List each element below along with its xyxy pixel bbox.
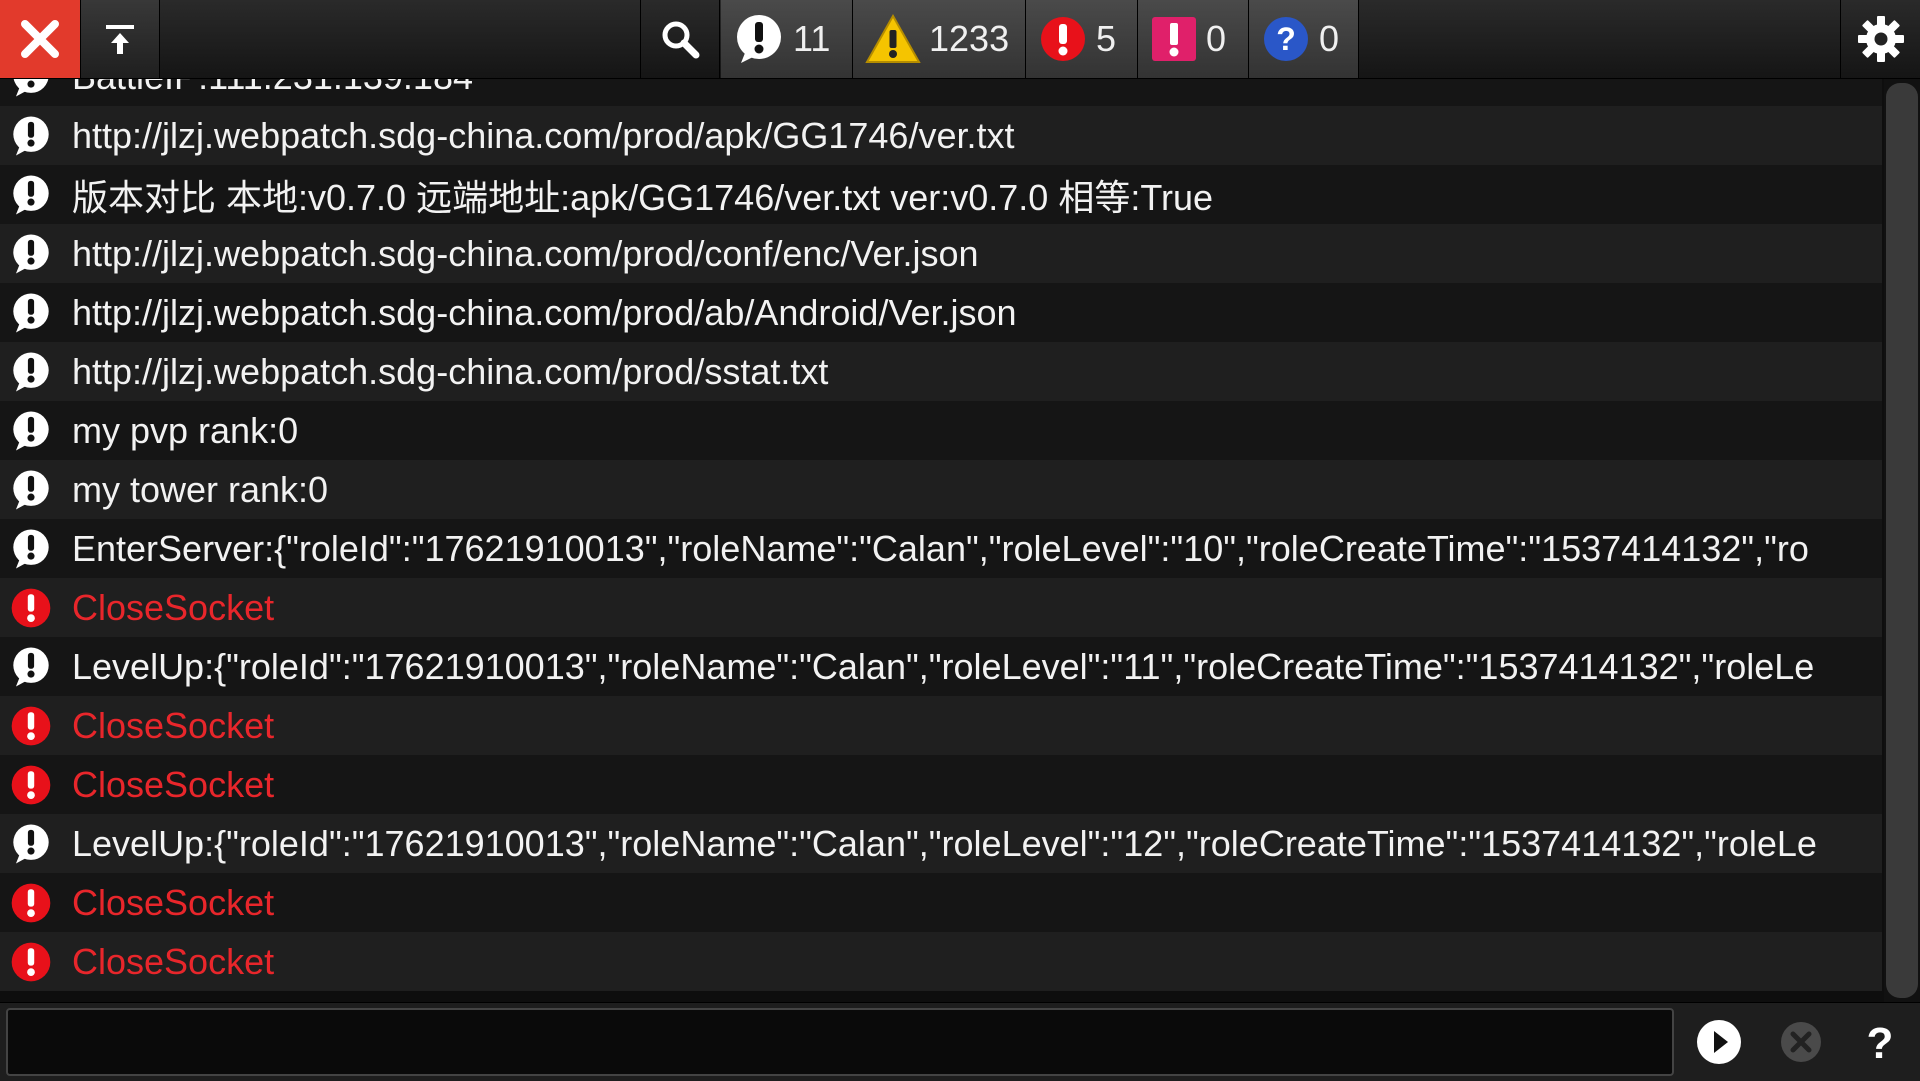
close-icon bbox=[21, 20, 59, 58]
error-circle-icon bbox=[11, 706, 51, 745]
info-exclamation-icon bbox=[13, 293, 49, 332]
log-row[interactable]: EnterServer:{"roleId":"17621910013","rol… bbox=[0, 519, 1882, 578]
info-exclamation-icon bbox=[737, 15, 781, 63]
log-row[interactable]: CloseSocket bbox=[0, 578, 1882, 637]
info-exclamation-icon bbox=[13, 824, 49, 863]
log-row-text: http://jlzj.webpatch.sdg-china.com/prod/… bbox=[72, 350, 829, 392]
close-button[interactable] bbox=[0, 0, 80, 78]
command-bar: ? bbox=[0, 1002, 1920, 1081]
exception-square-icon bbox=[1152, 17, 1196, 61]
log-row-text: my pvp rank:0 bbox=[72, 409, 299, 451]
info-exclamation-icon bbox=[13, 234, 49, 273]
log-row-text: my tower rank:0 bbox=[72, 468, 329, 510]
log-row[interactable]: http://jlzj.webpatch.sdg-china.com/prod/… bbox=[0, 283, 1882, 342]
scroll-to-top-icon bbox=[106, 25, 134, 54]
log-row[interactable]: CloseSocket bbox=[0, 932, 1882, 991]
log-row[interactable]: LevelUp:{"roleId":"17621910013","roleNam… bbox=[0, 814, 1882, 873]
warning-count: 1233 bbox=[929, 18, 1010, 59]
info-exclamation-icon bbox=[13, 529, 49, 568]
error-circle-icon bbox=[1041, 17, 1085, 61]
filter-error-toggle[interactable]: 5 bbox=[1026, 0, 1138, 78]
log-row[interactable]: CloseSocket bbox=[0, 696, 1882, 755]
command-input[interactable] bbox=[6, 1008, 1674, 1076]
help-button[interactable]: ? bbox=[1844, 1003, 1916, 1081]
log-list[interactable]: BattleIP:111.231.139.184 http://jlzj.web… bbox=[0, 79, 1882, 1002]
log-row[interactable]: http://jlzj.webpatch.sdg-china.com/prod/… bbox=[0, 342, 1882, 401]
log-scrollbar-thumb[interactable] bbox=[1886, 83, 1918, 998]
log-row[interactable]: 版本对比 本地:v0.7.0 远端地址:apk/GG1746/ver.txt v… bbox=[0, 165, 1882, 224]
svg-text:?: ? bbox=[1276, 21, 1296, 57]
log-row[interactable]: CloseSocket bbox=[0, 755, 1882, 814]
info-exclamation-icon bbox=[13, 116, 49, 155]
exception-count: 0 bbox=[1206, 18, 1227, 59]
log-row[interactable]: my pvp rank:0 bbox=[0, 401, 1882, 460]
info-exclamation-icon bbox=[13, 79, 49, 96]
assert-count: 0 bbox=[1319, 18, 1340, 59]
info-exclamation-icon bbox=[13, 175, 49, 214]
clear-command-button[interactable] bbox=[1765, 1003, 1837, 1081]
log-row-text: http://jlzj.webpatch.sdg-china.com/prod/… bbox=[72, 114, 1015, 156]
assert-question-icon: ? bbox=[1264, 17, 1308, 61]
log-row-text: CloseSocket bbox=[72, 763, 275, 805]
scroll-to-top-button[interactable] bbox=[80, 0, 160, 78]
log-row-text: http://jlzj.webpatch.sdg-china.com/prod/… bbox=[72, 291, 1017, 333]
gear-icon bbox=[1857, 16, 1904, 62]
filter-warning-toggle[interactable]: 1233 bbox=[853, 0, 1026, 78]
filter-exception-toggle[interactable]: 0 bbox=[1138, 0, 1249, 78]
error-circle-icon bbox=[11, 942, 51, 981]
warning-triangle-icon bbox=[865, 13, 921, 63]
clear-icon bbox=[1781, 1022, 1821, 1062]
log-row-text: BattleIP:111.231.139.184 bbox=[72, 79, 473, 98]
log-row[interactable]: http://jlzj.webpatch.sdg-china.com/prod/… bbox=[0, 106, 1882, 165]
svg-text:?: ? bbox=[1867, 1019, 1894, 1066]
log-row-text: CloseSocket bbox=[72, 704, 275, 746]
log-row-text: LevelUp:{"roleId":"17621910013","roleNam… bbox=[72, 645, 1815, 687]
settings-button[interactable] bbox=[1840, 0, 1920, 78]
error-circle-icon bbox=[11, 765, 51, 804]
play-icon bbox=[1697, 1020, 1741, 1064]
log-row-text: CloseSocket bbox=[72, 881, 275, 923]
info-exclamation-icon bbox=[13, 411, 49, 450]
log-row[interactable]: my tower rank:0 bbox=[0, 460, 1882, 519]
help-icon: ? bbox=[1867, 1019, 1894, 1066]
log-row-text: EnterServer:{"roleId":"17621910013","rol… bbox=[72, 527, 1809, 569]
log-row[interactable]: BattleIP:111.231.139.184 bbox=[0, 79, 1882, 106]
log-row-text: http://jlzj.webpatch.sdg-china.com/prod/… bbox=[72, 232, 979, 274]
log-row[interactable]: CloseSocket bbox=[0, 873, 1882, 932]
filter-assert-toggle[interactable]: ? 0 bbox=[1249, 0, 1359, 78]
info-exclamation-icon bbox=[13, 647, 49, 686]
log-row-text: 版本对比 本地:v0.7.0 远端地址:apk/GG1746/ver.txt v… bbox=[72, 176, 1214, 218]
filter-info-toggle[interactable]: 11 bbox=[721, 0, 853, 78]
run-command-button[interactable] bbox=[1683, 1003, 1755, 1081]
info-count: 11 bbox=[793, 18, 831, 59]
top-toolbar: 11 1233 5 0 ? 0 bbox=[0, 0, 1920, 79]
log-row-text: CloseSocket bbox=[72, 940, 275, 982]
log-scrollbar[interactable] bbox=[1884, 79, 1920, 1002]
log-row[interactable]: LevelUp:{"roleId":"17621910013","roleNam… bbox=[0, 637, 1882, 696]
search-button[interactable] bbox=[640, 0, 720, 78]
info-exclamation-icon bbox=[13, 352, 49, 391]
error-count: 5 bbox=[1096, 18, 1117, 59]
log-row-text: CloseSocket bbox=[72, 586, 275, 628]
log-row-text: LevelUp:{"roleId":"17621910013","roleNam… bbox=[72, 822, 1817, 864]
log-row[interactable]: http://jlzj.webpatch.sdg-china.com/prod/… bbox=[0, 224, 1882, 283]
error-circle-icon bbox=[11, 883, 51, 922]
info-exclamation-icon bbox=[13, 470, 49, 509]
error-circle-icon bbox=[11, 588, 51, 627]
search-icon bbox=[662, 21, 700, 59]
